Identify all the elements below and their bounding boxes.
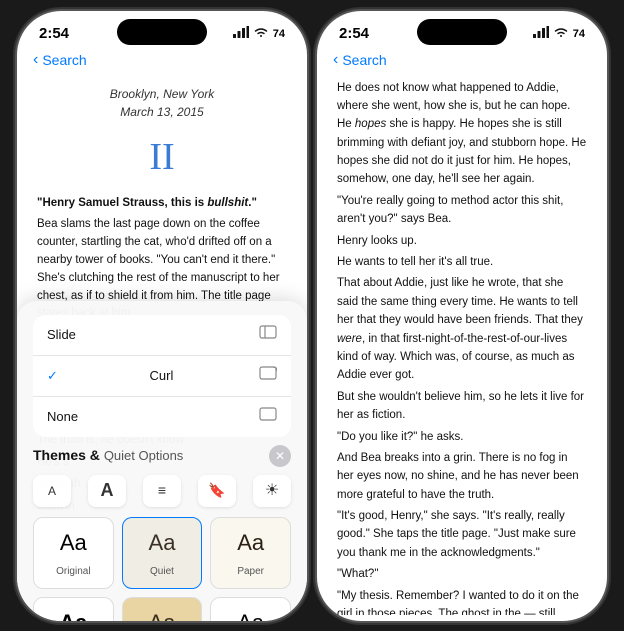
wifi-icon-right	[553, 26, 569, 41]
theme-quiet[interactable]: Aa Quiet	[122, 517, 203, 589]
slide-icon	[259, 325, 277, 345]
none-icon	[259, 407, 277, 427]
time-right: 2:54	[339, 25, 369, 42]
theme-original[interactable]: Aa Original	[33, 517, 114, 589]
theme-paper[interactable]: Aa Paper	[210, 517, 291, 589]
font-increase-button[interactable]: A	[88, 475, 126, 507]
slide-options: Slide ✓ Curl None	[33, 315, 291, 437]
themes-title: Themes & Quiet Options	[33, 445, 183, 467]
book-header: Brooklyn, New York March 13, 2015	[37, 85, 287, 122]
slide-option-none[interactable]: None	[33, 397, 291, 437]
status-icons-left: 74	[233, 26, 285, 41]
battery-icon-right: 74	[573, 28, 585, 40]
theme-calm[interactable]: Aa Calm	[122, 597, 203, 621]
curl-icon	[259, 366, 277, 386]
overlay-panel: Slide ✓ Curl None	[17, 301, 307, 621]
battery-icon: 74	[273, 28, 285, 40]
right-phone: 2:54 74 ‹ Search He does not know what h…	[317, 11, 607, 621]
wifi-icon	[253, 26, 269, 41]
theme-bold[interactable]: Aa Bold	[33, 597, 114, 621]
toolbar-row: A A ≡ 🔖 ☀	[33, 475, 291, 507]
themes-header: Themes & Quiet Options ✕	[33, 445, 291, 467]
check-mark: ✓	[47, 366, 58, 386]
back-arrow-right: ‹	[333, 51, 338, 69]
signal-icon	[233, 26, 249, 41]
right-book-text: He does not know what happened to Addie,…	[337, 79, 587, 615]
book-content-right: He does not know what happened to Addie,…	[317, 75, 607, 615]
back-label-right[interactable]: Search	[342, 52, 386, 68]
header-line2: March 13, 2015	[37, 103, 287, 122]
dynamic-island-right	[417, 19, 507, 45]
chapter-number: II	[37, 128, 287, 187]
header-line1: Brooklyn, New York	[37, 85, 287, 104]
signal-icon-right	[533, 26, 549, 41]
format-button[interactable]: ≡	[143, 475, 181, 507]
back-label-left[interactable]: Search	[42, 52, 86, 68]
slide-option-slide[interactable]: Slide	[33, 315, 291, 356]
close-button[interactable]: ✕	[269, 445, 291, 467]
theme-focus[interactable]: Aa Focus	[210, 597, 291, 621]
left-phone: 2:54 74 ‹ Search Brooklyn, New York Mar	[17, 11, 307, 621]
brightness-button[interactable]: ☀	[253, 475, 291, 507]
nav-bar-left[interactable]: ‹ Search	[17, 47, 307, 75]
phones-container: 2:54 74 ‹ Search Brooklyn, New York Mar	[17, 11, 607, 621]
theme-grid: Aa Original Aa Quiet Aa Paper Aa Bold	[33, 517, 291, 620]
bookmark-button[interactable]: 🔖	[198, 475, 236, 507]
nav-bar-right[interactable]: ‹ Search	[317, 47, 607, 75]
book-content-left: Brooklyn, New York March 13, 2015 II "He…	[17, 75, 307, 621]
back-arrow-left: ‹	[33, 51, 38, 69]
time-left: 2:54	[39, 25, 69, 42]
font-decrease-button[interactable]: A	[33, 475, 71, 507]
dynamic-island	[117, 19, 207, 45]
status-icons-right: 74	[533, 26, 585, 41]
slide-option-curl[interactable]: ✓ Curl	[33, 356, 291, 397]
